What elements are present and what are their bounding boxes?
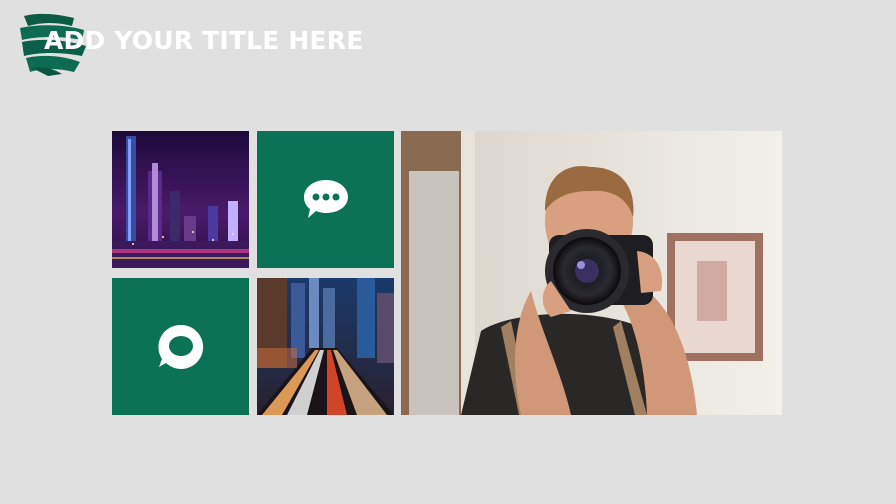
city-skyline-photo <box>112 131 249 268</box>
chat-bubble-icon <box>157 324 203 369</box>
traffic-trails-photo <box>257 278 394 415</box>
photographer-photo <box>401 131 782 415</box>
speech-bubble-tile <box>257 131 394 268</box>
slide-title: ADD YOUR TITLE HERE <box>44 26 364 55</box>
speech-bubble-dots-icon <box>303 179 348 218</box>
chat-bubble-tile <box>112 278 249 415</box>
